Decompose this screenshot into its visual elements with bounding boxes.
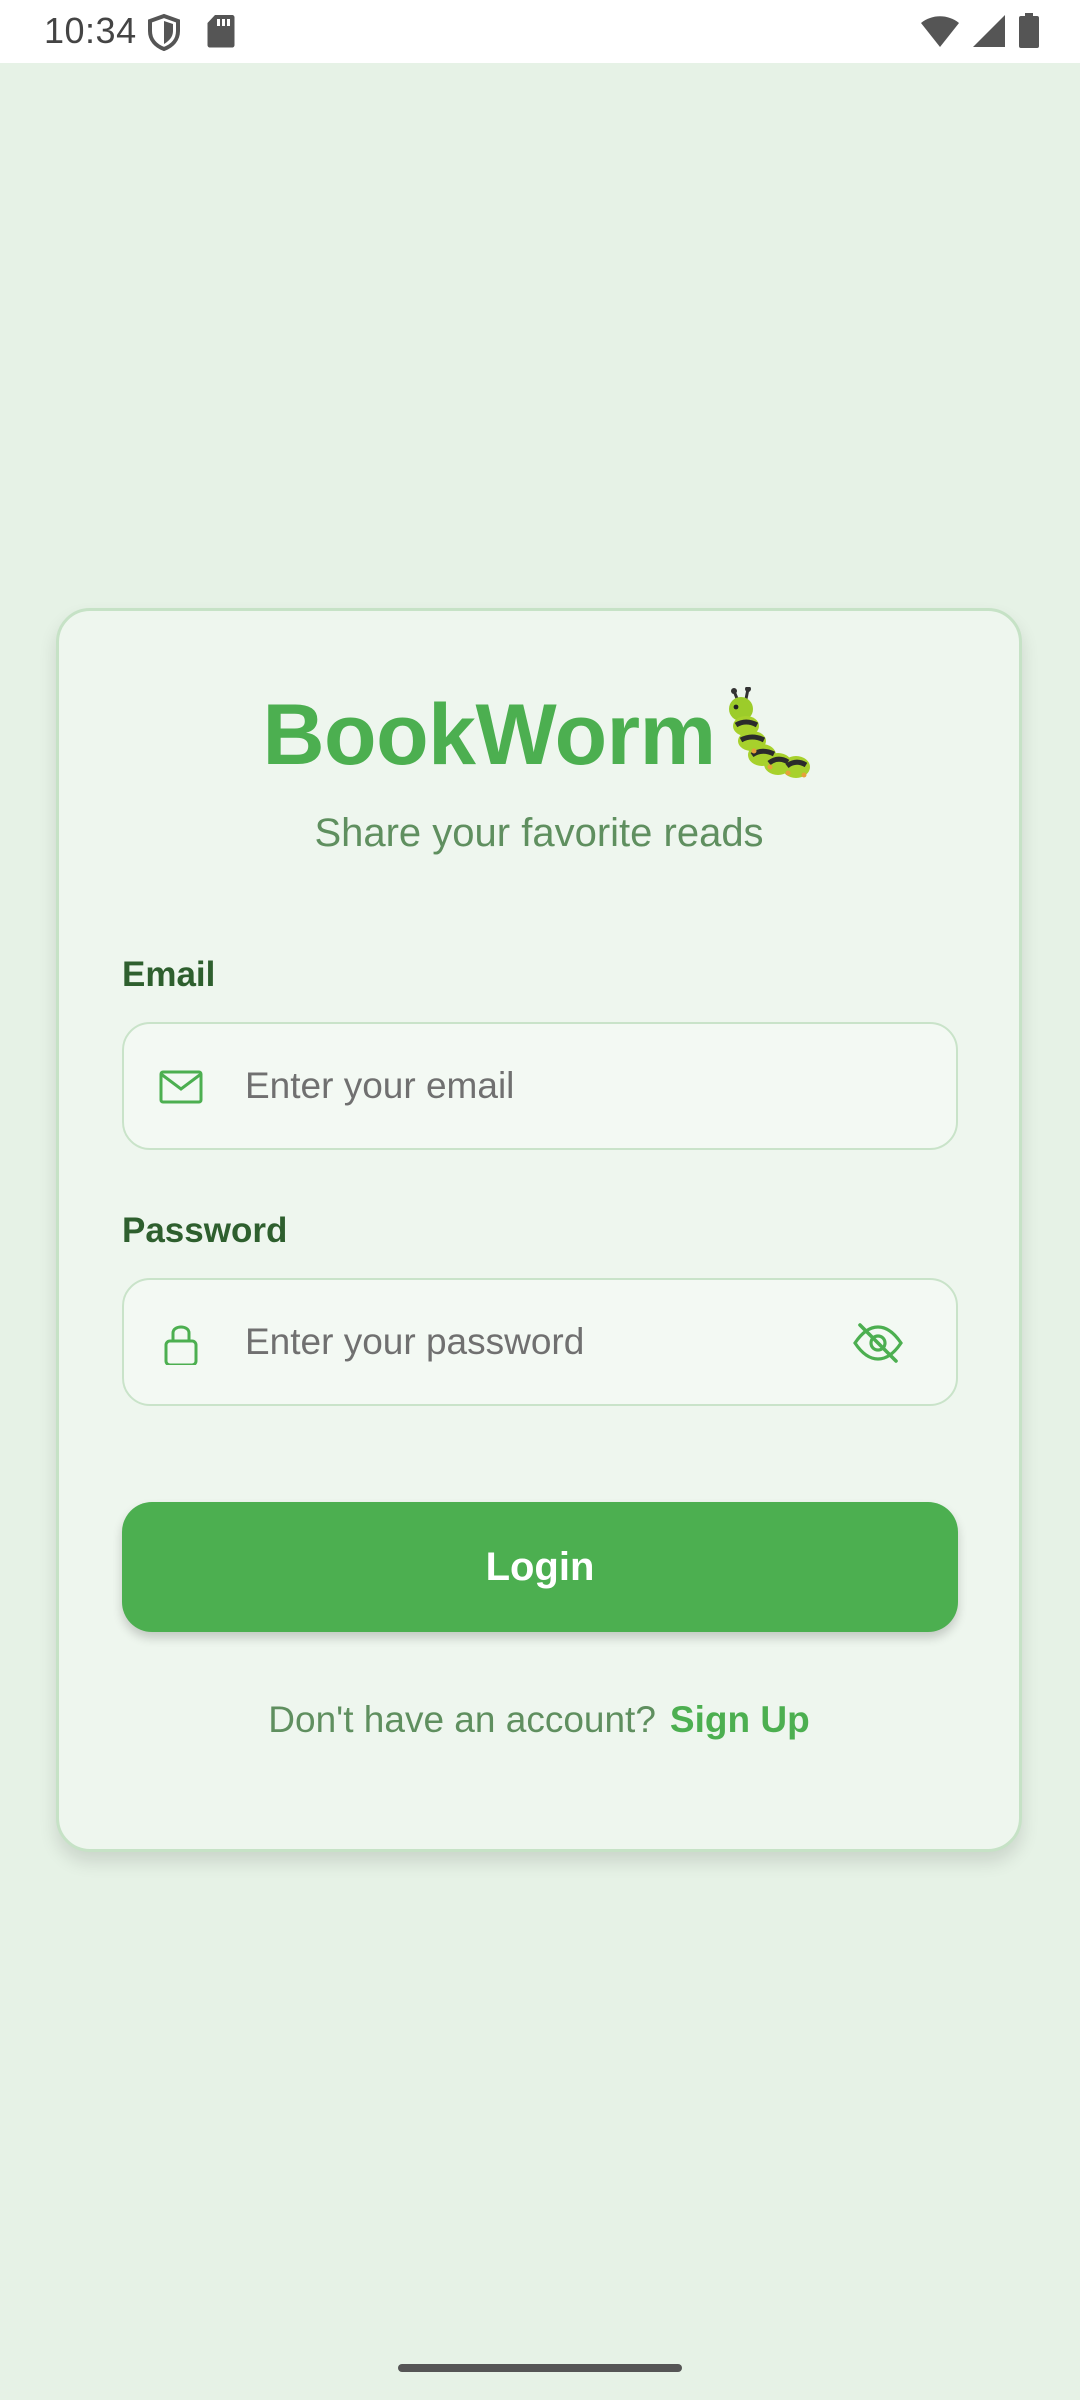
email-field[interactable]: Enter your email <box>122 1022 958 1150</box>
login-button-label: Login <box>485 1544 595 1589</box>
signup-prompt: Don't have an account? <box>268 1699 656 1740</box>
battery-icon <box>1019 13 1039 48</box>
home-indicator[interactable] <box>398 2364 682 2372</box>
sd-card-icon <box>207 15 235 48</box>
login-card: BookWorm Share your favorite reads Email… <box>56 608 1022 1852</box>
password-field[interactable]: Enter your password <box>122 1278 958 1406</box>
signup-row: Don't have an account? Sign Up <box>59 1699 1019 1741</box>
status-bar: 10:34 <box>0 0 1080 63</box>
email-label: Email <box>122 955 216 994</box>
mail-icon <box>159 1070 203 1104</box>
app-title: BookWorm <box>262 687 716 783</box>
signup-link[interactable]: Sign Up <box>670 1699 810 1741</box>
app-subtitle: Share your favorite reads <box>314 811 764 855</box>
cell-signal-icon <box>973 15 1005 47</box>
status-time: 10:34 <box>44 10 137 51</box>
email-placeholder: Enter your email <box>245 1065 515 1106</box>
eye-off-icon[interactable] <box>852 1321 904 1365</box>
brand-header: BookWorm <box>59 687 1019 783</box>
password-label: Password <box>122 1211 288 1250</box>
shield-icon <box>148 13 180 51</box>
caterpillar-icon <box>728 687 810 778</box>
lock-icon <box>164 1325 198 1365</box>
login-button[interactable]: Login <box>122 1502 958 1632</box>
status-right-icons <box>920 13 1040 49</box>
wifi-icon <box>921 16 959 47</box>
password-placeholder: Enter your password <box>245 1321 585 1362</box>
